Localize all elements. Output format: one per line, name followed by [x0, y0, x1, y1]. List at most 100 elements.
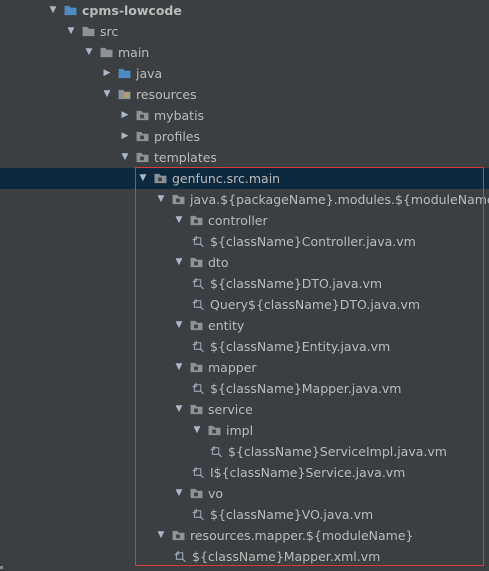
chevron-down-icon[interactable]: ▼ [118, 147, 132, 168]
folder-icon [190, 488, 203, 499]
template-file-icon [192, 299, 204, 310]
tree-row-label: ${className}Mapper.java.vm [210, 381, 402, 396]
tree-row-label: resources.mapper.${moduleName} [190, 528, 414, 543]
tree-row-label: java.${packageName}.modules.${moduleName… [190, 192, 489, 207]
template-file-icon [192, 341, 204, 352]
tree-row[interactable]: ▼ java.${packageName}.modules.${moduleNam… [0, 189, 489, 210]
tree-row[interactable]: ${className}ServiceImpl.java.vm [0, 441, 489, 462]
folder-icon [190, 215, 203, 226]
tree-row[interactable]: ▼ src [0, 21, 489, 42]
tree-row[interactable]: ▶ profiles [0, 126, 489, 147]
tree-row-label: src [100, 24, 119, 39]
template-file-icon [174, 551, 186, 562]
template-file-icon [192, 509, 204, 520]
folder-icon [172, 194, 185, 205]
folder-icon [190, 404, 203, 415]
tree-row[interactable]: ▼ service [0, 399, 489, 420]
tree-row[interactable]: ▼ main [0, 42, 489, 63]
tree-row-label: main [118, 45, 150, 60]
chevron-down-icon[interactable]: ▼ [46, 0, 60, 21]
tree-row-label: entity [208, 318, 245, 333]
chevron-down-icon[interactable]: ▼ [154, 525, 168, 546]
template-file-icon [192, 278, 204, 289]
folder-icon [136, 110, 149, 121]
chevron-right-icon[interactable]: ▶ [100, 63, 114, 84]
chevron-down-icon[interactable]: ▼ [172, 357, 186, 378]
tree-row[interactable]: ${className}DTO.java.vm [0, 273, 489, 294]
folder-icon [118, 68, 131, 79]
tree-row[interactable]: ▼ resources [0, 84, 489, 105]
tree-row-label: templates [154, 150, 217, 165]
folder-icon [118, 89, 131, 100]
tree-row-label: ${className}Controller.java.vm [210, 234, 416, 249]
chevron-down-icon[interactable]: ▼ [82, 42, 96, 63]
tree-row[interactable]: ▼ genfunc.src.main [0, 168, 489, 189]
folder-icon [100, 47, 113, 58]
tree-row-label: genfunc.src.main [172, 171, 281, 186]
chevron-right-icon[interactable]: ▶ [118, 126, 132, 147]
chevron-right-icon[interactable]: ▶ [118, 105, 132, 126]
template-file-icon [210, 446, 222, 457]
folder-icon [208, 425, 221, 436]
tree-row-label: vo [208, 486, 224, 501]
chevron-down-icon[interactable]: ▼ [154, 189, 168, 210]
tree-row[interactable]: ▶ mybatis [0, 105, 489, 126]
chevron-down-icon[interactable]: ▼ [172, 399, 186, 420]
template-file-icon [192, 383, 204, 394]
chevron-down-icon[interactable]: ▼ [64, 21, 78, 42]
folder-icon [136, 152, 149, 163]
tree-row-label: ${className}DTO.java.vm [210, 276, 383, 291]
tree-row[interactable]: ▼ vo [0, 483, 489, 504]
template-file-icon [192, 467, 204, 478]
tree-row[interactable]: Query${className}DTO.java.vm [0, 294, 489, 315]
tree-row[interactable]: ${className}Entity.java.vm [0, 336, 489, 357]
tree-row[interactable]: ${className}VO.java.vm [0, 504, 489, 525]
corner-marker [0, 566, 3, 569]
tree-row-label: controller [208, 213, 268, 228]
folder-icon [136, 131, 149, 142]
tree-row-label: service [208, 402, 253, 417]
folder-icon [154, 173, 167, 184]
chevron-down-icon[interactable]: ▼ [172, 252, 186, 273]
folder-icon [82, 26, 95, 37]
chevron-down-icon[interactable]: ▼ [172, 483, 186, 504]
tree-row[interactable]: ${className}Controller.java.vm [0, 231, 489, 252]
tree-row-label: resources [136, 87, 197, 102]
tree-row-label: mapper [208, 360, 257, 375]
tree-row-label: I${className}Service.java.vm [210, 465, 406, 480]
tree-row[interactable]: ▼ controller [0, 210, 489, 231]
tree-row-label: ${className}Entity.java.vm [210, 339, 391, 354]
tree-row-label: ${className}VO.java.vm [210, 507, 374, 522]
tree-row[interactable]: ▼ resources.mapper.${moduleName} [0, 525, 489, 546]
module-icon [64, 5, 77, 16]
tree-row-label: java [136, 66, 163, 81]
tree-row-label: cpms-lowcode [82, 3, 182, 18]
tree-row-label: impl [226, 423, 254, 438]
tree-row-label: ${className}ServiceImpl.java.vm [228, 444, 447, 459]
template-file-icon [192, 236, 204, 247]
folder-icon [190, 257, 203, 268]
tree-row[interactable]: ${className}Mapper.java.vm [0, 378, 489, 399]
tree-row-label: profiles [154, 129, 200, 144]
folder-icon [172, 530, 185, 541]
tree-row[interactable]: ▼ cpms-lowcode [0, 0, 489, 21]
tree-row[interactable]: ▼ mapper [0, 357, 489, 378]
chevron-down-icon[interactable]: ▼ [100, 84, 114, 105]
tree-row[interactable]: ▼ templates [0, 147, 489, 168]
tree-row[interactable]: ▼ dto [0, 252, 489, 273]
folder-icon [190, 320, 203, 331]
chevron-down-icon[interactable]: ▼ [172, 315, 186, 336]
tree-row[interactable]: ▼ entity [0, 315, 489, 336]
tree-row[interactable]: ${className}Mapper.xml.vm [0, 546, 489, 567]
tree-row[interactable]: I${className}Service.java.vm [0, 462, 489, 483]
tree-row-label: dto [208, 255, 229, 270]
tree-row-label: mybatis [154, 108, 205, 123]
tree-row[interactable]: ▼ impl [0, 420, 489, 441]
folder-icon [190, 362, 203, 373]
tree-row[interactable]: ▶ java [0, 63, 489, 84]
chevron-down-icon[interactable]: ▼ [172, 210, 186, 231]
chevron-down-icon[interactable]: ▼ [136, 168, 150, 189]
chevron-down-icon[interactable]: ▼ [190, 420, 204, 441]
tree-row-label: ${className}Mapper.xml.vm [192, 549, 381, 564]
tree-row-label: Query${className}DTO.java.vm [210, 297, 421, 312]
